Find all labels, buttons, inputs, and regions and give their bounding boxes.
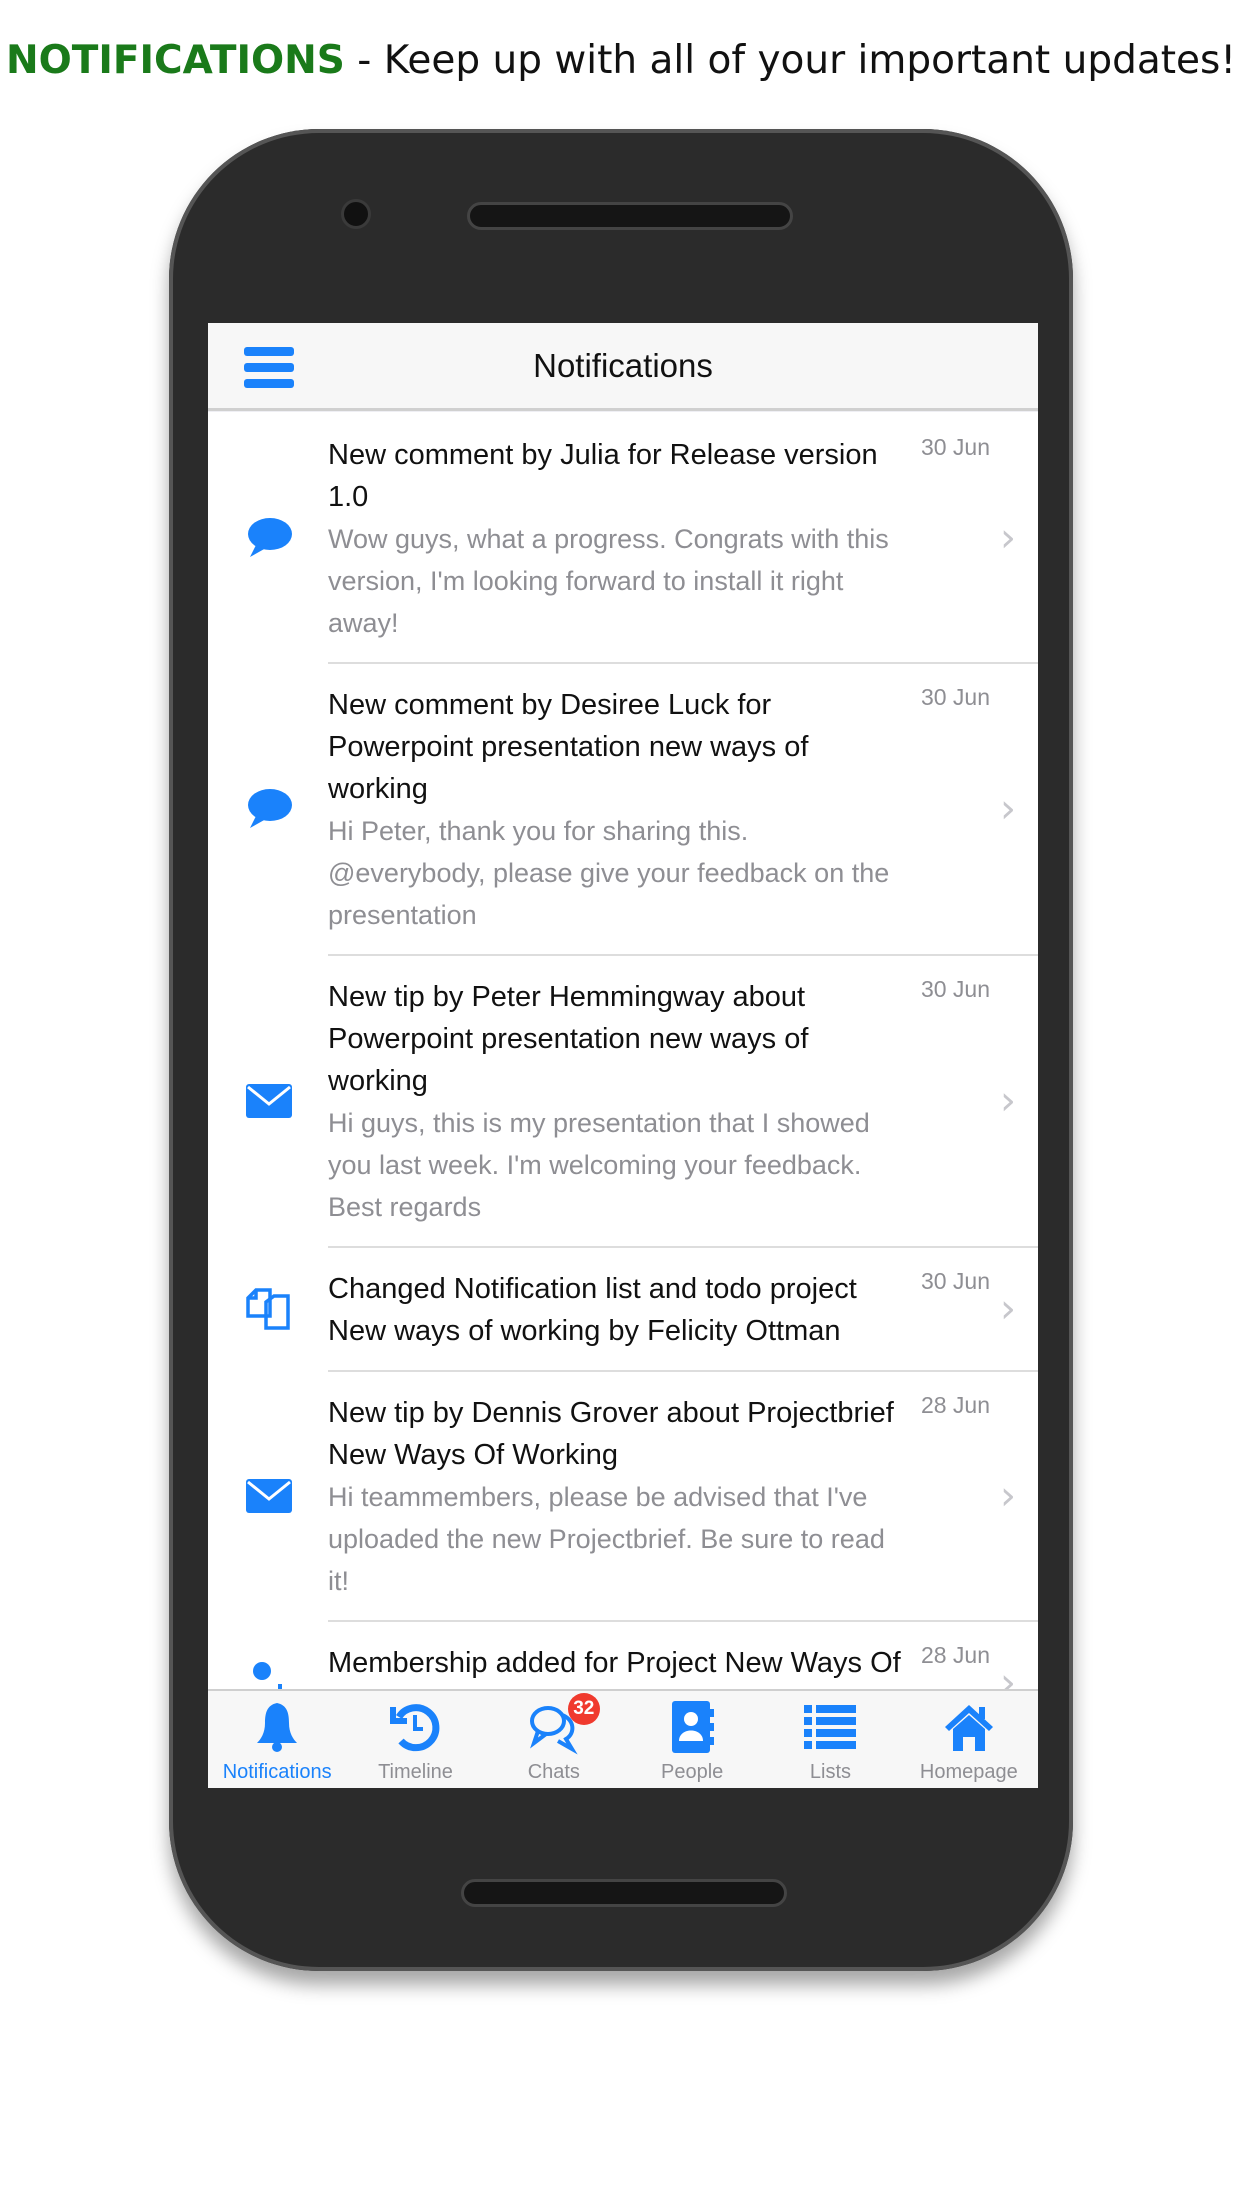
notification-date: 30 Jun <box>920 976 990 1002</box>
tab-chats[interactable]: 32 Chats <box>485 1691 623 1788</box>
bottom-speaker <box>461 1879 787 1907</box>
notification-item[interactable]: New comment by Julia for Release version… <box>208 412 1038 664</box>
comment-icon <box>244 786 294 830</box>
chevron-right-icon: › <box>1000 1473 1016 1519</box>
notification-item[interactable]: New tip by Peter Hemmingway about Powerp… <box>208 954 1038 1248</box>
comment-icon <box>244 515 294 559</box>
top-speaker <box>467 202 793 230</box>
app-screen: Notifications New comment by Julia for R… <box>208 323 1038 1788</box>
tab-homepage[interactable]: Homepage <box>900 1691 1038 1788</box>
notification-title: New comment by Desiree Luck for Powerpoi… <box>328 689 809 805</box>
notification-title: New comment by Julia for Release version… <box>328 439 878 513</box>
copy-icon <box>244 1286 294 1330</box>
unread-badge: 32 <box>567 1693 600 1725</box>
chevron-right-icon: › <box>1000 1078 1016 1124</box>
camera <box>341 199 371 229</box>
notification-date: 30 Jun <box>920 1268 990 1294</box>
notification-item[interactable]: New tip by Dennis Grover about Projectbr… <box>208 1370 1038 1622</box>
notification-preview: Hi teammembers, please be advised that I… <box>328 1482 885 1596</box>
notification-item[interactable]: Changed Notification list and todo proje… <box>208 1246 1038 1372</box>
nav-header: Notifications <box>208 323 1038 411</box>
caption-highlight: NOTIFICATIONS <box>6 38 345 83</box>
notification-preview: Hi guys, this is my presentation that I … <box>328 1108 870 1222</box>
chevron-right-icon: › <box>1000 515 1016 561</box>
notification-title: New tip by Peter Hemmingway about Powerp… <box>328 981 809 1097</box>
tab-bar: Notifications Timeline 32 Chats People Lists H… <box>208 1689 1038 1788</box>
notification-preview: Hi Peter, thank you for sharing this. @e… <box>328 816 890 930</box>
chevron-right-icon: › <box>1000 1286 1016 1332</box>
envelope-icon <box>244 1473 294 1517</box>
notification-title: New tip by Dennis Grover about Projectbr… <box>328 1397 894 1471</box>
notification-title: Changed Notification list and todo proje… <box>328 1273 857 1347</box>
tab-people[interactable]: People <box>623 1691 761 1788</box>
tab-label: People <box>661 1761 724 1783</box>
chevron-right-icon: › <box>1000 786 1016 832</box>
caption-text: - Keep up with all of your important upd… <box>344 38 1236 83</box>
tab-notifications[interactable]: Notifications <box>208 1691 346 1788</box>
tab-lists[interactable]: Lists <box>761 1691 899 1788</box>
tab-label: Homepage <box>919 1761 1018 1783</box>
notification-list: New comment by Julia for Release version… <box>208 412 1038 1744</box>
notification-preview: Wow guys, what a progress. Congrats with… <box>328 524 889 638</box>
page-title: Notifications <box>533 347 713 384</box>
notification-item[interactable]: New comment by Desiree Luck for Powerpoi… <box>208 662 1038 956</box>
notification-date: 30 Jun <box>920 434 990 460</box>
tab-timeline[interactable]: Timeline <box>346 1691 484 1788</box>
tab-label: Notifications <box>222 1761 332 1783</box>
tab-label: Chats <box>527 1761 580 1783</box>
tab-label: Timeline <box>378 1761 453 1783</box>
notification-date: 30 Jun <box>920 684 990 710</box>
page-caption: NOTIFICATIONS - Keep up with all of your… <box>0 38 1242 83</box>
envelope-icon <box>244 1078 294 1122</box>
notification-date: 28 Jun <box>920 1642 990 1668</box>
notification-date: 28 Jun <box>920 1392 990 1418</box>
tab-label: Lists <box>809 1761 852 1783</box>
